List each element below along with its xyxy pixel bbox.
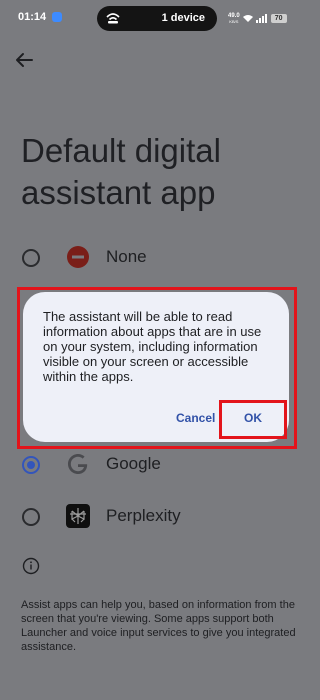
google-icon [68, 454, 88, 474]
network-speed-unit: KB/S [229, 18, 239, 24]
settings-screen: 01:14 1 device 49.0 KB/S 70 Default digi… [0, 0, 313, 700]
footer-description: Assist apps can help you, based on infor… [21, 599, 296, 653]
ok-highlight-box [219, 400, 287, 439]
radio-perplexity[interactable] [22, 508, 40, 526]
page-title: Default digital assistant app [21, 132, 221, 211]
info-icon [22, 557, 40, 575]
wifi-icon [242, 15, 253, 22]
pill-label: 1 device [161, 12, 205, 24]
perplexity-icon [66, 504, 90, 528]
hotspot-pill[interactable]: 1 device [97, 6, 217, 31]
none-icon [67, 246, 89, 268]
battery-icon: 70 [270, 13, 287, 23]
status-time: 01:14 [18, 11, 47, 23]
option-label-google: Google [106, 454, 161, 473]
network-speed: 49.0 KB/S [228, 13, 240, 24]
option-label-none: None [106, 247, 147, 266]
notification-app-icon [52, 12, 62, 22]
hotspot-icon [106, 13, 120, 24]
radio-none[interactable] [22, 249, 40, 267]
option-row-perplexity[interactable]: Perplexity [0, 495, 313, 539]
radio-google[interactable] [22, 456, 40, 474]
option-row-none[interactable]: None [0, 236, 313, 280]
back-arrow-icon[interactable] [12, 48, 36, 72]
signal-icon [255, 13, 267, 23]
option-row-google[interactable]: Google [0, 443, 313, 487]
status-bar: 01:14 1 device 49.0 KB/S 70 [0, 0, 313, 36]
option-label-perplexity: Perplexity [106, 506, 181, 525]
status-icons: 49.0 KB/S 70 [228, 12, 287, 24]
